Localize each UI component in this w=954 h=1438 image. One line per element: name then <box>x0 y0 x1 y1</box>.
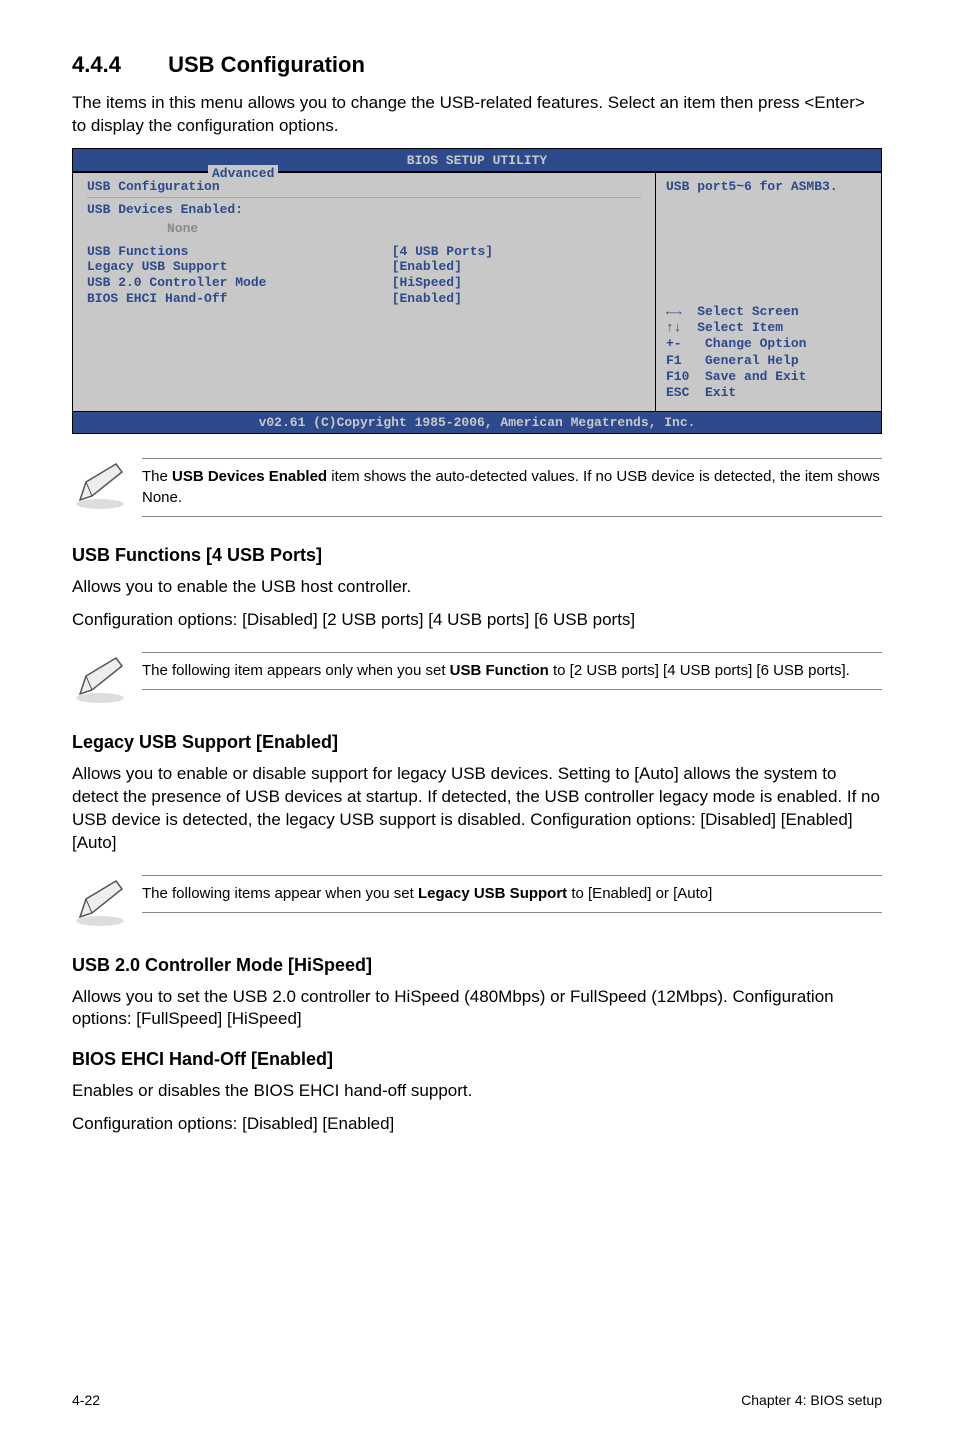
bios-row: USB Functions [4 USB Ports] <box>87 244 641 260</box>
bios-row-label: BIOS EHCI Hand-Off <box>87 291 392 307</box>
bios-row-label: USB Functions <box>87 244 392 260</box>
page-footer: 4-22 Chapter 4: BIOS setup <box>72 1392 882 1408</box>
bios-row-label: USB 2.0 Controller Mode <box>87 275 392 291</box>
section-heading: 4.4.4 USB Configuration <box>72 52 882 78</box>
subsection-heading: USB Functions [4 USB Ports] <box>72 545 882 566</box>
note-pencil-icon <box>72 875 128 927</box>
body-text: Enables or disables the BIOS EHCI hand-o… <box>72 1080 882 1103</box>
bios-panel: BIOS SETUP UTILITY Advanced USB Configur… <box>72 148 882 435</box>
body-text: Allows you to enable or disable support … <box>72 763 882 855</box>
section-title-text: USB Configuration <box>168 52 365 77</box>
bios-row-value: [Enabled] <box>392 259 462 275</box>
bios-footer: v02.61 (C)Copyright 1985-2006, American … <box>73 411 881 433</box>
page-number: 4-22 <box>72 1392 100 1408</box>
subsection-heading: Legacy USB Support [Enabled] <box>72 732 882 753</box>
note-block: The following items appear when you set … <box>72 865 882 937</box>
note-block: The following item appears only when you… <box>72 642 882 714</box>
note-text: The following items appear when you set … <box>142 884 882 904</box>
bios-titlebar: BIOS SETUP UTILITY Advanced <box>73 149 881 171</box>
note-pencil-icon <box>72 458 128 510</box>
bios-header: USB Configuration <box>87 179 641 194</box>
bios-tab-advanced: Advanced <box>208 165 278 182</box>
bios-row-label: Legacy USB Support <box>87 259 392 275</box>
bios-row-value: [4 USB Ports] <box>392 244 493 260</box>
chapter-label: Chapter 4: BIOS setup <box>741 1392 882 1408</box>
section-number: 4.4.4 <box>72 52 121 77</box>
subsection-heading: BIOS EHCI Hand-Off [Enabled] <box>72 1049 882 1070</box>
bios-row-value: [Enabled] <box>392 291 462 307</box>
body-text: Allows you to enable the USB host contro… <box>72 576 882 599</box>
subsection-heading: USB 2.0 Controller Mode [HiSpeed] <box>72 955 882 976</box>
bios-hint: USB port5~6 for ASMB3. <box>666 179 871 194</box>
bios-left-pane: USB Configuration USB Devices Enabled: N… <box>73 172 656 412</box>
body-text: Allows you to set the USB 2.0 controller… <box>72 986 882 1032</box>
intro-text: The items in this menu allows you to cha… <box>72 92 882 138</box>
bios-devices-none: None <box>87 221 641 236</box>
bios-row-value: [HiSpeed] <box>392 275 462 291</box>
bios-right-pane: USB port5~6 for ASMB3. ←→ Select Screen … <box>656 172 881 412</box>
body-text: Configuration options: [Disabled] [Enabl… <box>72 1113 882 1136</box>
bios-row: USB 2.0 Controller Mode [HiSpeed] <box>87 275 641 291</box>
body-text: Configuration options: [Disabled] [2 USB… <box>72 609 882 632</box>
note-text: The USB Devices Enabled item shows the a… <box>142 467 882 508</box>
bios-title: BIOS SETUP UTILITY <box>407 153 547 168</box>
bios-row: BIOS EHCI Hand-Off [Enabled] <box>87 291 641 307</box>
bios-nav-help: ←→ Select Screen ↑↓ Select Item +- Chang… <box>666 304 871 402</box>
note-pencil-icon <box>72 652 128 704</box>
bios-row: Legacy USB Support [Enabled] <box>87 259 641 275</box>
bios-subheader: USB Devices Enabled: <box>87 197 641 217</box>
note-text: The following item appears only when you… <box>142 661 882 681</box>
note-block: The USB Devices Enabled item shows the a… <box>72 448 882 527</box>
